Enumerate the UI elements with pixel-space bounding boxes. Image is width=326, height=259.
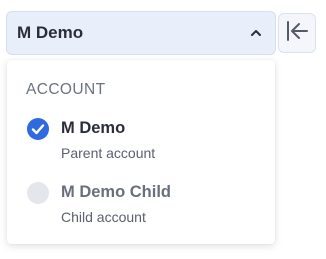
collapse-left-icon	[285, 19, 309, 48]
chevron-up-icon	[249, 26, 263, 40]
checkmark-circle-icon	[27, 118, 49, 140]
selected-account-label: M Demo	[17, 23, 84, 42]
account-selector-button[interactable]: M Demo	[6, 11, 276, 55]
account-option-name: M Demo	[61, 119, 126, 137]
account-switcher: M Demo ACCOUNT M Demo Parent account M D…	[0, 0, 326, 259]
account-option-name: M Demo Child	[61, 183, 171, 201]
account-option-description: Child account	[61, 209, 146, 225]
empty-circle-icon	[27, 182, 49, 204]
collapse-sidebar-button[interactable]	[278, 13, 316, 53]
account-option-m-demo[interactable]: M Demo Parent account	[7, 114, 275, 166]
account-option-m-demo-child[interactable]: M Demo Child Child account	[7, 178, 275, 230]
section-heading: ACCOUNT	[26, 81, 106, 98]
account-dropdown-menu: ACCOUNT M Demo Parent account M Demo Chi…	[7, 60, 275, 244]
account-option-description: Parent account	[61, 145, 156, 161]
